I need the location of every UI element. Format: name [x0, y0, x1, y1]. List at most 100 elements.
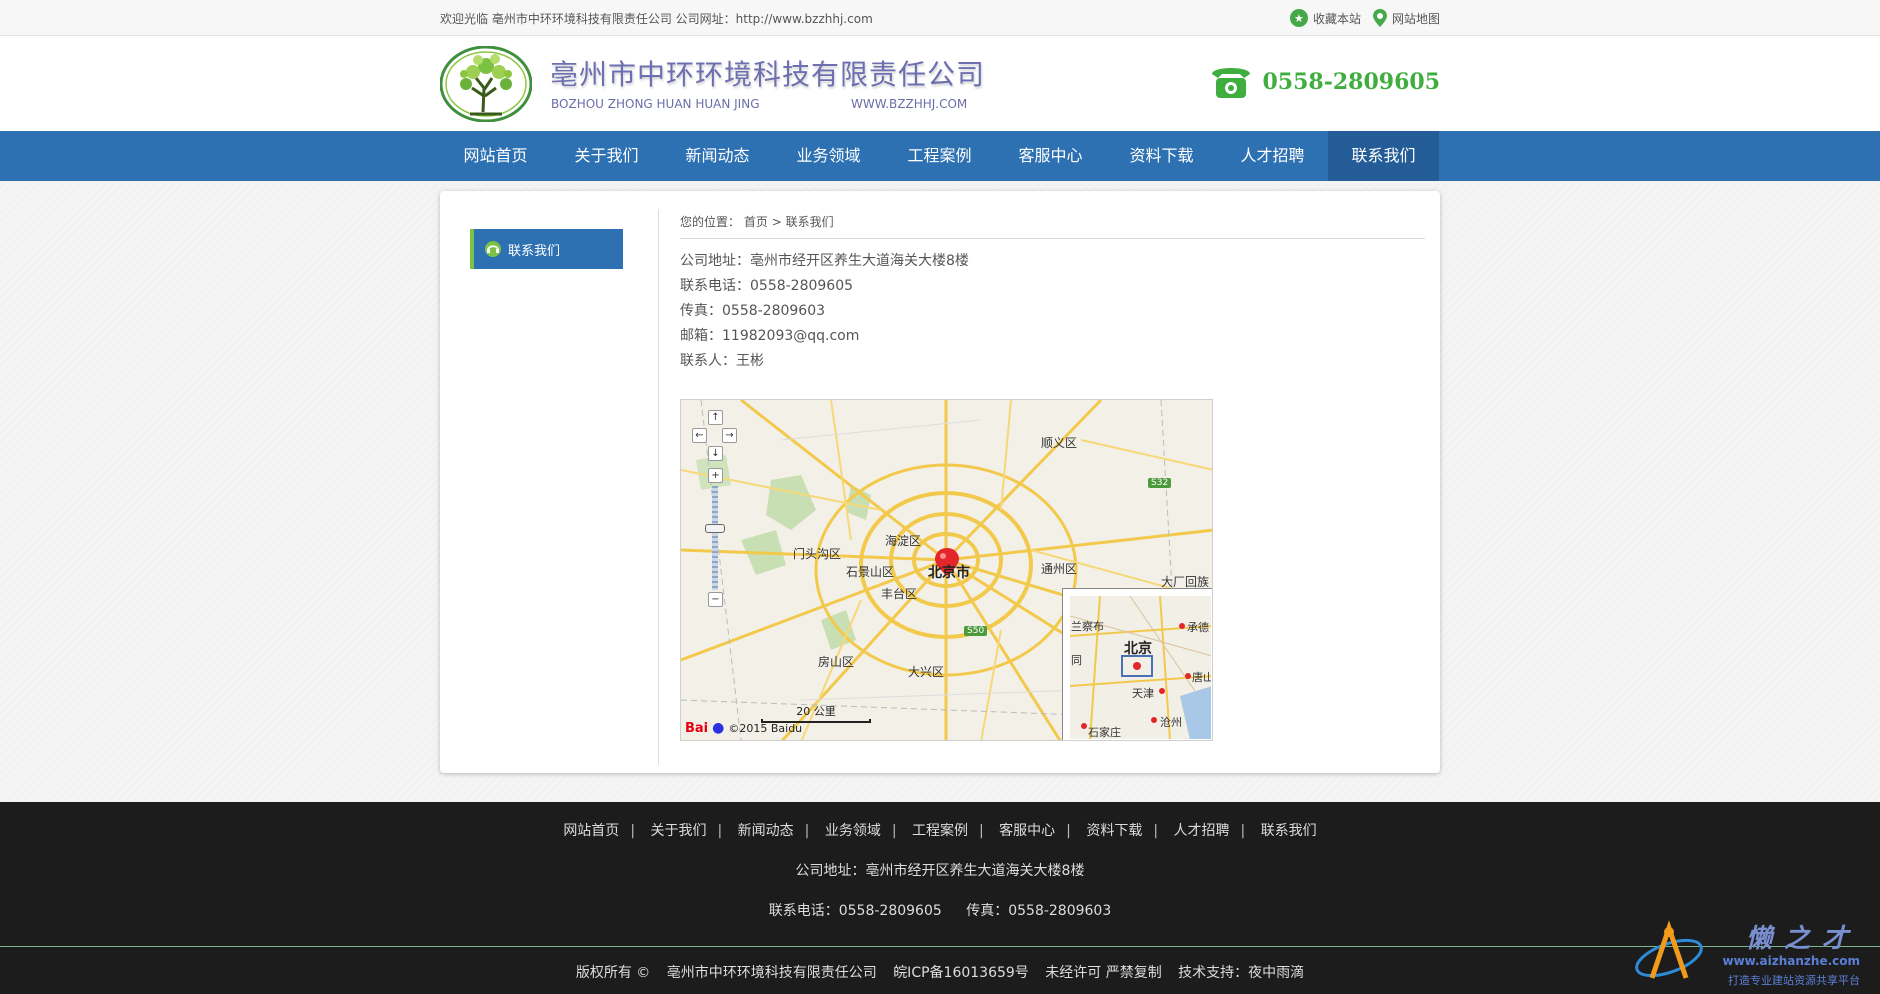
copy-notice: 未经许可 严禁复制 — [1045, 965, 1162, 981]
phone-block: 0558-2809605 — [1208, 62, 1440, 102]
copyright-label: 版权所有 © — [575, 965, 651, 981]
header: 亳州市中环环境科技有限责任公司 BOZHOU ZHONG HUAN HUAN J… — [0, 36, 1880, 131]
footer-address: 公司地址：亳州市经开区养生大道海关大楼8楼 — [795, 863, 1085, 879]
divider — [658, 209, 659, 765]
contact-info: 公司地址：亳州市经开区养生大道海关大楼8楼 联系电话：0558-2809605 … — [680, 249, 1425, 374]
breadcrumb-prefix: 您的位置： — [680, 215, 741, 229]
nav-cases[interactable]: 工程案例 — [884, 131, 995, 181]
footer-divider — [0, 946, 1880, 947]
breadcrumb-home[interactable]: 首页 — [744, 215, 768, 229]
sidebar: 联系我们 — [470, 229, 623, 269]
footer-nav-cases[interactable]: 工程案例 — [901, 823, 979, 839]
phone-number: 0558-2809605 — [1262, 69, 1440, 95]
bookmark-label: 收藏本站 — [1312, 11, 1361, 26]
footer: 网站首页 | 关于我们 | 新闻动态 | 业务领域 | 工程案例 | 客服中心 | 资料下载… — [0, 802, 1880, 994]
nav-home[interactable]: 网站首页 — [440, 131, 551, 181]
company-website: WWW.BZZHHJ.COM — [851, 97, 968, 111]
baidu-paw-icon: ● — [712, 720, 725, 736]
pan-left-button[interactable]: ← — [692, 428, 707, 443]
top-bar: 欢迎光临 亳州市中环环境科技有限责任公司 公司网址：http://www.bzz… — [0, 0, 1880, 36]
watermark-url: www.aizhanzhe.com — [1722, 954, 1860, 968]
nav-contact[interactable]: 联系我们 — [1328, 131, 1439, 181]
nav-jobs[interactable]: 人才招聘 — [1217, 131, 1328, 181]
overview-label-beijing: 北京 — [1124, 641, 1152, 657]
map-label-fengtai: 丰台区 — [881, 587, 918, 601]
map-overview[interactable]: 兰察布 承德 同 北京 唐山 天津 沧州 石家庄 — [1062, 588, 1212, 740]
copyright-company: 亳州市中环环境科技有限责任公司 — [666, 965, 877, 981]
footer-copyright: 版权所有 © 亳州市中环环境科技有限责任公司 皖ICP备16013659号 未经… — [0, 962, 1880, 982]
map-road-s50: S50 — [964, 626, 988, 636]
welcome-text: 欢迎光临 亳州市中环环境科技有限责任公司 公司网址：http://www.bzz… — [440, 12, 873, 26]
breadcrumb-current: 联系我们 — [785, 215, 834, 229]
company-logo[interactable] — [440, 46, 532, 122]
zoom-slider[interactable] — [712, 486, 718, 590]
baidu-map[interactable]: ↑ ← → ↓ + − 顺义区 S32 海淀区 门头沟区 石景山区 北京市 通州… — [680, 399, 1213, 741]
contact-address: 公司地址：亳州市经开区养生大道海关大楼8楼 — [680, 253, 969, 269]
watermark-logo-icon — [1635, 920, 1703, 979]
nav-service[interactable]: 客服中心 — [995, 131, 1106, 181]
footer-nav-news[interactable]: 新闻动态 — [727, 823, 805, 839]
headset-icon — [485, 241, 501, 257]
map-label-shunyi: 顺义区 — [1041, 436, 1078, 450]
footer-nav-service[interactable]: 客服中心 — [988, 823, 1066, 839]
footer-nav-about[interactable]: 关于我们 — [639, 823, 717, 839]
map-label-daxing: 大兴区 — [908, 665, 945, 679]
pan-up-button[interactable]: ↑ — [708, 410, 723, 425]
nav-about[interactable]: 关于我们 — [551, 131, 662, 181]
sitemap-label: 网站地图 — [1391, 11, 1440, 26]
breadcrumb: 您的位置： 首页 > 联系我们 — [680, 213, 1425, 239]
sidebar-item-label: 联系我们 — [508, 243, 561, 259]
map-scale-label: 20 公里 — [796, 705, 836, 718]
map-label-fangshan: 房山区 — [818, 655, 855, 669]
overview-label-tianjin: 天津 — [1132, 687, 1154, 700]
icp-number: 皖ICP备16013659号 — [893, 965, 1029, 981]
overview-label-tangshan: 唐山 — [1192, 671, 1211, 684]
footer-nav-jobs[interactable]: 人才招聘 — [1163, 823, 1241, 839]
watermark-slogan: 打造专业建站资源共享平台 — [1728, 974, 1860, 987]
map-attribution: Bai ● ©2015 Baidu — [685, 720, 802, 736]
zoom-in-button[interactable]: + — [708, 468, 723, 483]
contact-fax: 传真：0558-2809603 — [680, 303, 826, 319]
watermark: 懒之才 www.aizhanzhe.com 打造专业建站资源共享平台 — [1632, 918, 1872, 992]
overview-label-wulanchabu: 兰察布 — [1071, 620, 1104, 633]
bookmark-link[interactable]: ★ 收藏本站 — [1289, 9, 1361, 27]
footer-nav: 网站首页 | 关于我们 | 新闻动态 | 业务领域 | 工程案例 | 客服中心 | 资料下载… — [0, 820, 1880, 840]
footer-nav-contact[interactable]: 联系我们 — [1250, 823, 1328, 839]
nav-business[interactable]: 业务领域 — [773, 131, 884, 181]
telephone-icon — [1212, 68, 1251, 98]
contact-person: 联系人：王彬 — [680, 353, 764, 369]
footer-nav-home[interactable]: 网站首页 — [552, 823, 630, 839]
contact-phone: 联系电话：0558-2809605 — [680, 278, 854, 294]
sitemap-link[interactable]: 网站地图 — [1372, 9, 1440, 27]
overview-label-cangzhou: 沧州 — [1160, 716, 1182, 729]
map-label-mentougou: 门头沟区 — [793, 547, 842, 561]
zoom-handle[interactable] — [705, 524, 725, 533]
company-name: 亳州市中环环境科技有限责任公司 — [550, 58, 986, 91]
star-icon: ★ — [1289, 9, 1308, 27]
map-label-beijing: 北京市 — [928, 565, 970, 581]
sidebar-item-contact[interactable]: 联系我们 — [470, 229, 623, 269]
content: 您的位置： 首页 > 联系我们 公司地址：亳州市经开区养生大道海关大楼8楼 联系… — [680, 213, 1425, 374]
baidu-logo: Bai — [685, 720, 709, 736]
footer-contact: 联系电话：0558-2809605 传真：0558-2809603 — [0, 900, 1880, 920]
nav-news[interactable]: 新闻动态 — [662, 131, 773, 181]
tech-support: 技术支持：夜中雨滴 — [1178, 965, 1305, 981]
overview-label-chengde: 承德 — [1187, 621, 1209, 634]
company-pinyin: BOZHOU ZHONG HUAN HUAN JING — [551, 97, 760, 111]
watermark-title: 懒之才 — [1745, 924, 1860, 954]
map-pin-icon — [1372, 9, 1387, 27]
map-label-shijingshan: 石景山区 — [846, 565, 895, 579]
map-label-tongzhou: 通州区 — [1041, 562, 1078, 576]
pan-right-button[interactable]: → — [722, 428, 737, 443]
nav-downloads[interactable]: 资料下载 — [1106, 131, 1217, 181]
breadcrumb-separator: > — [771, 215, 782, 229]
zoom-out-button[interactable]: − — [708, 592, 723, 607]
contact-email: 邮箱：11982093@qq.com — [680, 328, 860, 344]
footer-tel: 联系电话：0558-2809605 — [768, 903, 942, 919]
footer-nav-downloads[interactable]: 资料下载 — [1075, 823, 1153, 839]
pan-down-button[interactable]: ↓ — [708, 446, 723, 461]
footer-nav-business[interactable]: 业务领域 — [814, 823, 892, 839]
map-copyright: ©2015 Baidu — [728, 721, 803, 735]
overview-label-shijiazhuang: 石家庄 — [1088, 726, 1121, 739]
main-panel: 联系我们 您的位置： 首页 > 联系我们 公司地址：亳州市经开区养生大道海关大楼… — [440, 191, 1440, 773]
